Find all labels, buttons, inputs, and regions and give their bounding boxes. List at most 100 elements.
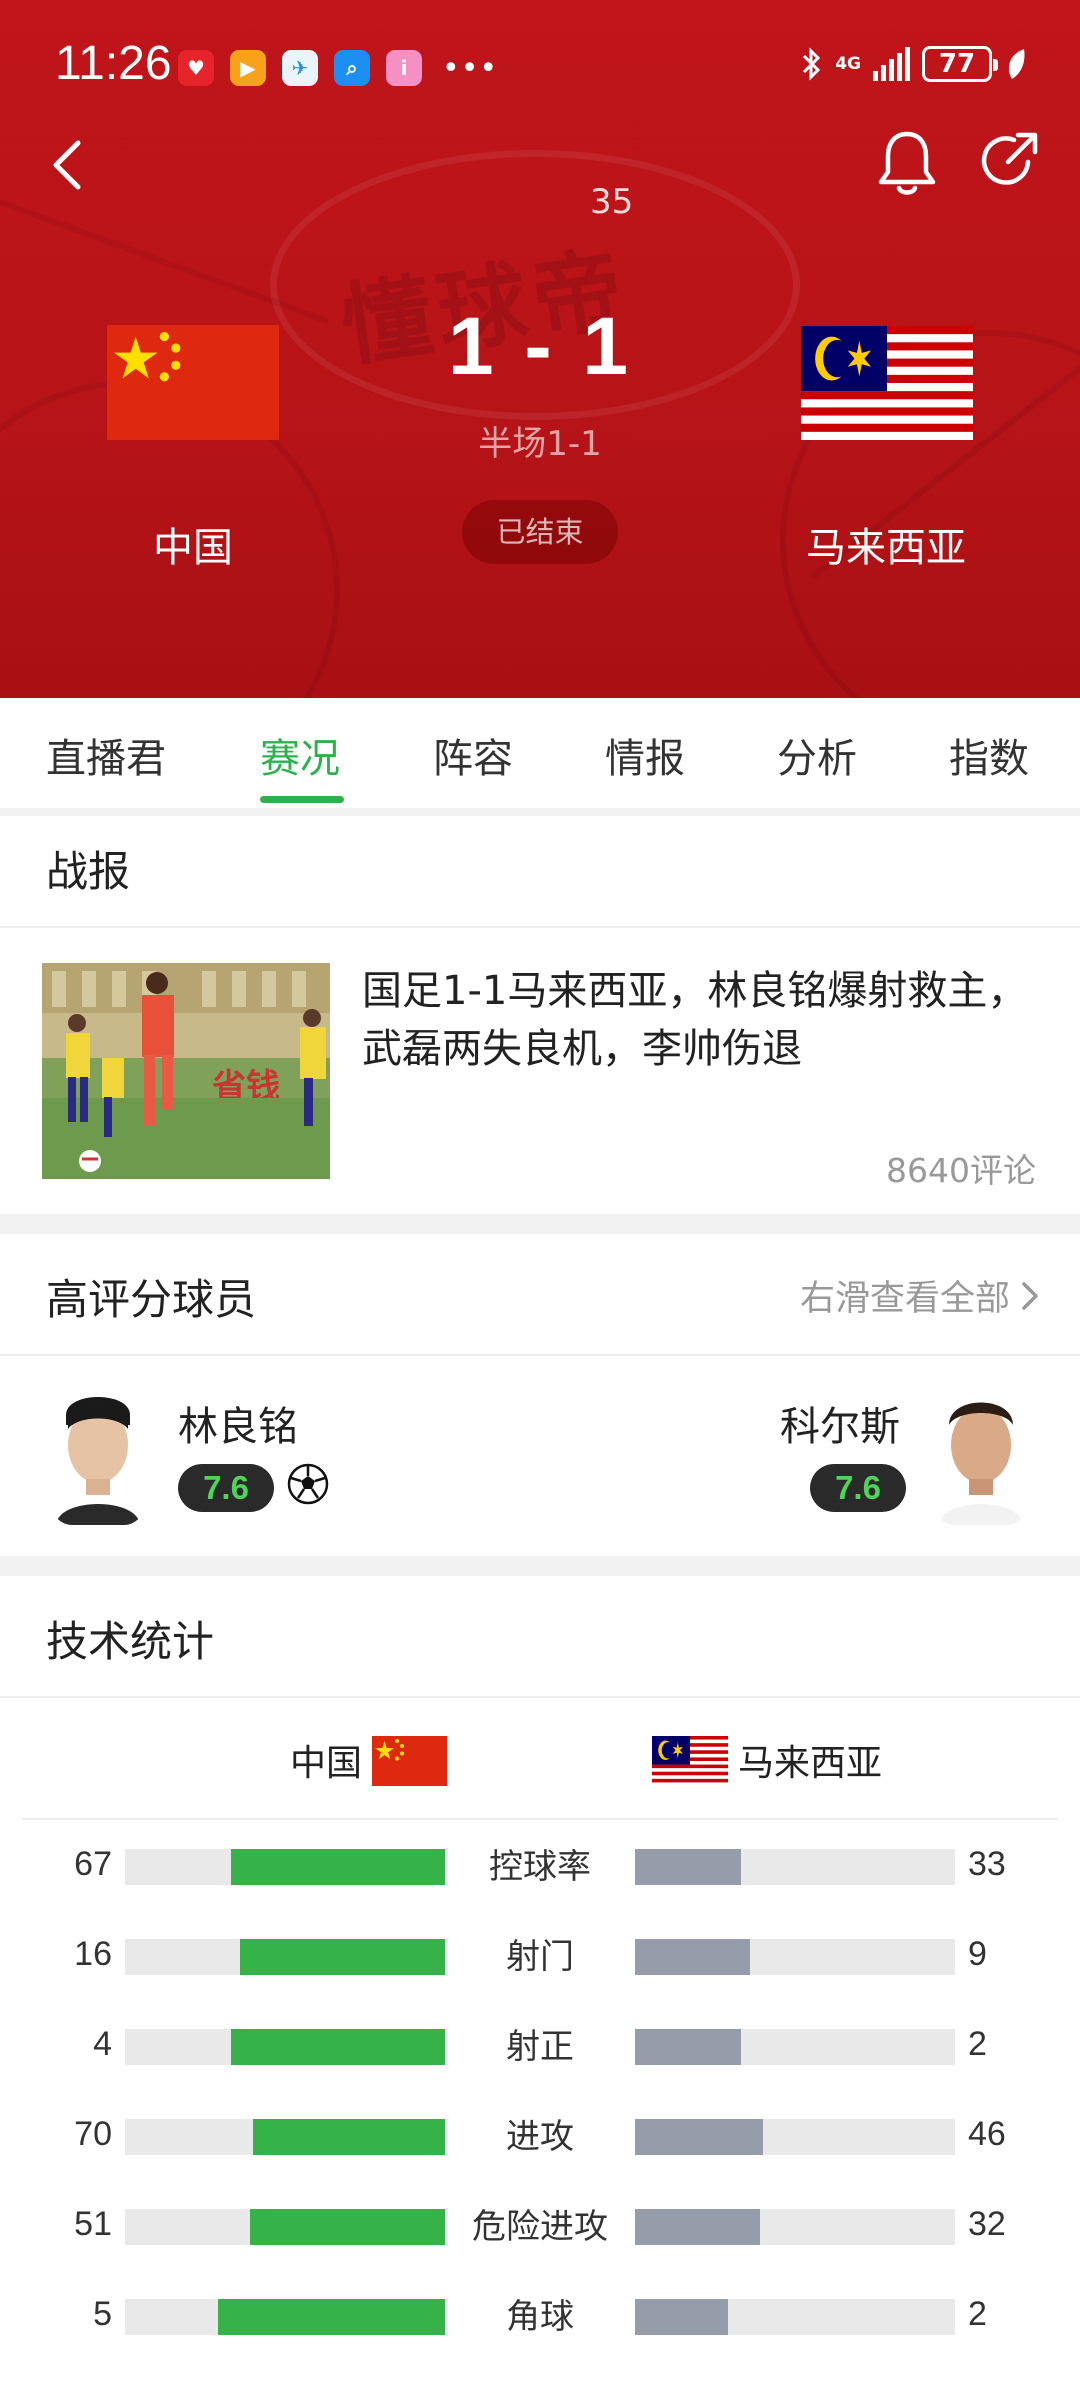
- away-player-avatar[interactable]: [935, 1385, 1027, 1525]
- stat-away-bar: [635, 2299, 955, 2335]
- stat-away-bar: [635, 2029, 955, 2065]
- stat-home-bar: [125, 1939, 445, 1975]
- system-indicators: 4G 77: [801, 46, 1028, 82]
- stat-home-value: 51: [74, 2205, 112, 2243]
- divider: [22, 1818, 1058, 1820]
- stat-away-fill: [635, 1849, 741, 1885]
- notification-icons: ♥ ▶ ✈ ⌕ i •••: [178, 50, 498, 86]
- app-notification-icon: ▶: [230, 50, 266, 86]
- stat-label: 危险进攻: [472, 2207, 608, 2247]
- stat-label: 射正: [506, 2027, 574, 2067]
- stat-label: 射门: [506, 1937, 574, 1977]
- stat-home-value: 16: [74, 1935, 112, 1973]
- tab-live[interactable]: 直播君: [46, 726, 166, 784]
- stat-away-fill: [635, 2119, 763, 2155]
- news-thumbnail[interactable]: 省钱: [42, 963, 330, 1179]
- stat-home-value: 5: [93, 2295, 112, 2333]
- tab-analysis[interactable]: 分析: [777, 726, 857, 784]
- chevron-right-icon: [1022, 1281, 1038, 1310]
- share-icon[interactable]: [978, 130, 1040, 192]
- stat-row: 70 进攻 46: [0, 2107, 1080, 2167]
- tab-overview[interactable]: 赛况: [260, 726, 340, 784]
- stat-home-bar: [125, 2209, 445, 2245]
- stats-home-team-label: 中国: [290, 1743, 363, 1784]
- stat-away-fill: [635, 2299, 728, 2335]
- stat-home-bar: [125, 2299, 445, 2335]
- away-player-name[interactable]: 科尔斯: [780, 1394, 900, 1452]
- stat-away-bar: [635, 1849, 955, 1885]
- stat-row: 16 射门 9: [0, 1927, 1080, 1987]
- app-notification-icon: ♥: [178, 50, 214, 86]
- stat-home-bar: [125, 2029, 445, 2065]
- stat-away-value: 2: [968, 2295, 987, 2333]
- view-all-players-link[interactable]: 右滑查看全部: [800, 1270, 1040, 1321]
- stat-home-value: 4: [93, 2025, 112, 2063]
- stat-home-fill: [230, 1849, 445, 1885]
- home-team-name[interactable]: 中国: [93, 515, 293, 573]
- battery-icon: 77: [922, 46, 998, 82]
- news-comment-count: 8640评论: [886, 1151, 1036, 1190]
- stat-away-fill: [635, 2029, 741, 2065]
- stat-away-fill: [635, 1939, 751, 1975]
- away-team-name[interactable]: 马来西亚: [786, 515, 986, 573]
- bluetooth-icon: [803, 47, 821, 81]
- report-section-title: 战报: [46, 847, 131, 896]
- app-notification-icon: ⌕: [334, 50, 370, 86]
- tech-stats-section-title: 技术统计: [46, 1617, 215, 1666]
- more-notifications-icon: •••: [442, 50, 499, 86]
- match-tabs: 直播君 赛况 阵容 情报 分析 指数: [0, 698, 1080, 808]
- football-icon: [287, 1463, 329, 1505]
- stat-home-bar: [125, 2119, 445, 2155]
- stat-away-bar: [635, 2119, 955, 2155]
- match-score: 1 - 1: [447, 301, 633, 392]
- tab-lineup[interactable]: 阵容: [433, 726, 513, 784]
- leaf-icon: [1008, 49, 1025, 79]
- stat-row: 67 控球率 33: [0, 1837, 1080, 1897]
- malaysia-flag-icon: [652, 1736, 728, 1786]
- bell-icon[interactable]: [876, 128, 938, 198]
- china-flag-icon: [372, 1736, 447, 1786]
- away-player-rating: 7.6: [810, 1464, 906, 1512]
- view-all-label: 右滑查看全部: [799, 1279, 1010, 1319]
- stat-away-value: 33: [968, 1845, 1006, 1883]
- home-player-rating: 7.6: [178, 1464, 274, 1512]
- stat-home-bar: [125, 1849, 445, 1885]
- match-status-badge: 已结束: [462, 500, 618, 564]
- divider: [0, 1354, 1080, 1356]
- stat-away-value: 9: [968, 1935, 987, 1973]
- stat-home-fill: [230, 2029, 445, 2065]
- status-time: 11:26: [55, 37, 172, 90]
- stat-away-value: 46: [968, 2115, 1006, 2153]
- signal-icon: [873, 47, 910, 81]
- half-time-score: 半场1-1: [478, 424, 602, 464]
- stat-label: 角球: [506, 2297, 574, 2337]
- stat-away-bar: [635, 1939, 955, 1975]
- stat-home-fill: [240, 1939, 445, 1975]
- stat-row: 5 角球 2: [0, 2287, 1080, 2347]
- stat-away-bar: [635, 2209, 955, 2245]
- stat-home-fill: [217, 2299, 445, 2335]
- active-tab-indicator: [260, 796, 344, 803]
- status-bar: 11:26 ♥ ▶ ✈ ⌕ i ••• 4G 77: [0, 28, 1080, 104]
- app-notification-icon: ✈: [282, 50, 318, 86]
- match-header: 11:26 ♥ ▶ ✈ ⌕ i ••• 4G 77 35 懂球帝 1 - 1 半…: [0, 0, 1080, 698]
- home-player-avatar[interactable]: [52, 1385, 144, 1525]
- home-player-name[interactable]: 林良铭: [178, 1394, 298, 1452]
- stat-label: 控球率: [489, 1847, 591, 1887]
- stat-home-fill: [253, 2119, 445, 2155]
- stat-home-value: 67: [74, 1845, 112, 1883]
- news-headline[interactable]: 国足1-1马来西亚，林良铭爆射救主，武磊两失良机，李帅伤退: [362, 962, 1042, 1078]
- top-players-section-title: 高评分球员: [46, 1275, 257, 1324]
- divider: [0, 926, 1080, 928]
- tab-odds[interactable]: 指数: [949, 726, 1029, 784]
- stat-away-value: 32: [968, 2205, 1006, 2243]
- tab-intel[interactable]: 情报: [605, 726, 685, 784]
- back-icon[interactable]: [44, 135, 90, 195]
- network-type: 4G: [835, 53, 861, 74]
- app-notification-icon: i: [386, 50, 422, 86]
- stat-row: 4 射正 2: [0, 2017, 1080, 2077]
- stat-home-value: 70: [74, 2115, 112, 2153]
- stats-away-team-label: 马来西亚: [738, 1743, 883, 1784]
- stat-label: 进攻: [506, 2117, 574, 2157]
- stat-away-value: 2: [968, 2025, 987, 2063]
